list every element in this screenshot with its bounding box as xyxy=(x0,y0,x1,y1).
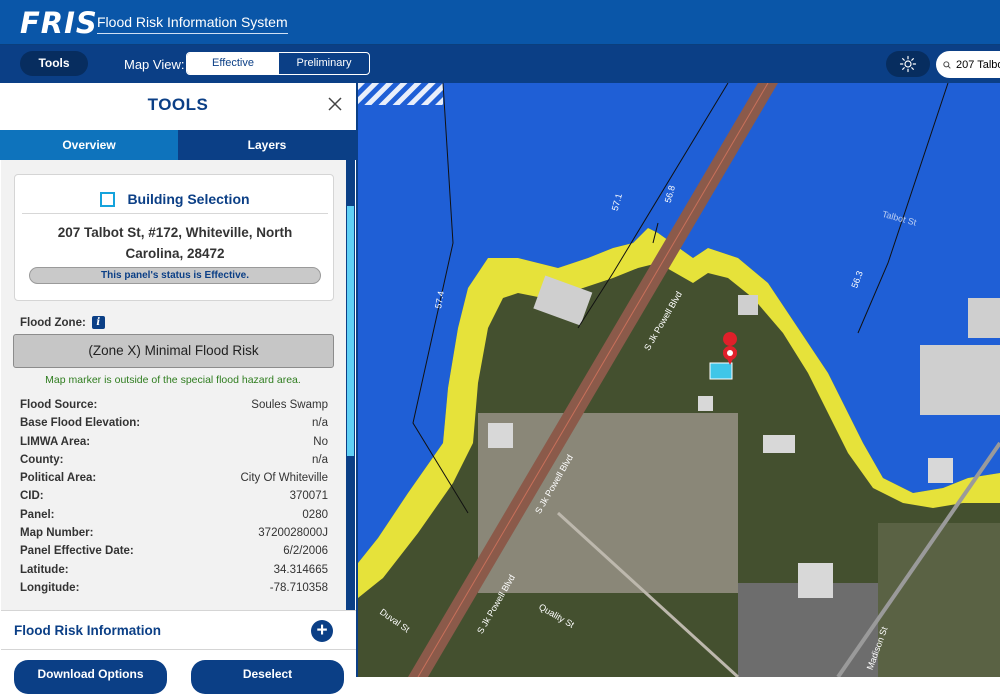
map-view-toggle: Effective Preliminary xyxy=(186,52,370,75)
detail-label: Longitude: xyxy=(20,581,80,594)
fris-logo[interactable]: FRIS xyxy=(20,6,98,40)
preliminary-toggle[interactable]: Preliminary xyxy=(279,53,369,74)
top-bar: FRIS Flood Risk Information System xyxy=(0,0,1000,45)
search-box[interactable] xyxy=(936,51,1000,78)
detail-value: 6/2/2006 xyxy=(283,545,328,558)
detail-label: Panel: xyxy=(20,508,55,521)
detail-label: Political Area: xyxy=(20,472,97,485)
detail-value: 3720028000J xyxy=(258,527,328,540)
status-badge: This panel's status is Effective. xyxy=(29,267,321,284)
detail-row: Longitude: -78.710358 xyxy=(20,582,328,600)
detail-value: No xyxy=(313,435,328,448)
detail-row: Panel: 0280 xyxy=(20,509,328,527)
detail-value: -78.710358 xyxy=(269,581,328,594)
flood-zone-value: (Zone X) Minimal Flood Risk xyxy=(13,334,334,368)
detail-value: 370071 xyxy=(289,490,328,503)
detail-row: County: n/a xyxy=(20,454,328,472)
effective-toggle[interactable]: Effective xyxy=(187,53,279,74)
gear-icon xyxy=(899,55,917,73)
detail-label: LIMWA Area: xyxy=(20,435,91,448)
flood-details-list: Flood Source: Soules Swamp Base Flood Ele… xyxy=(20,399,328,600)
detail-value: Soules Swamp xyxy=(251,399,328,411)
detail-label: Map Number: xyxy=(20,527,94,540)
zone-note: Map marker is outside of the special flo… xyxy=(45,374,301,386)
search-input[interactable] xyxy=(956,58,1000,71)
detail-row: Panel Effective Date: 6/2/2006 xyxy=(20,545,328,563)
tab-overview[interactable]: Overview xyxy=(0,130,178,160)
detail-label: Panel Effective Date: xyxy=(20,545,134,558)
panel-scrollbar[interactable] xyxy=(346,160,355,610)
tab-layers[interactable]: Layers xyxy=(178,130,356,160)
settings-button[interactable] xyxy=(886,51,930,77)
building-selection-row: Building Selection xyxy=(15,189,335,209)
toolbar: Tools Map View: Effective Preliminary xyxy=(0,45,1000,83)
tools-button[interactable]: Tools xyxy=(20,51,88,76)
detail-label: Latitude: xyxy=(20,563,69,576)
deselect-button[interactable]: Deselect xyxy=(191,660,344,694)
selected-address: 207 Talbot St, #172, Whiteville, North C… xyxy=(57,225,293,261)
detail-value: n/a xyxy=(312,453,328,466)
detail-row: Map Number: 3720028000J xyxy=(20,527,328,545)
panel-title: TOOLS xyxy=(147,95,209,114)
flood-zone-heading: Flood Zone: i xyxy=(20,316,105,329)
detail-label: Base Flood Elevation: xyxy=(20,417,141,430)
detail-value: n/a xyxy=(312,417,328,430)
detail-row: Latitude: 34.314665 xyxy=(20,564,328,582)
accordion-label: Flood Risk Information xyxy=(14,623,161,638)
map-canvas[interactable]: 57.1 56.8 57.4 56.3 S Jk Powell Blvd S J… xyxy=(358,83,1000,677)
detail-label: CID: xyxy=(20,490,44,503)
expand-plus-icon[interactable]: + xyxy=(311,620,333,642)
detail-row: CID: 370071 xyxy=(20,490,328,508)
close-icon[interactable] xyxy=(327,96,343,112)
map-view-label: Map View: xyxy=(124,57,185,72)
detail-label: County: xyxy=(20,453,64,466)
app-title: Flood Risk Information System xyxy=(97,14,288,34)
detail-row: Flood Source: Soules Swamp xyxy=(20,399,328,417)
search-icon xyxy=(943,60,951,69)
detail-row: Political Area: City Of Whiteville xyxy=(20,472,328,490)
detail-row: Base Flood Elevation: n/a xyxy=(20,417,328,435)
detail-value: City Of Whiteville xyxy=(240,472,328,485)
building-selection-label: Building Selection xyxy=(127,191,250,207)
divider xyxy=(22,213,328,214)
info-icon[interactable]: i xyxy=(91,316,105,329)
detail-row: LIMWA Area: No xyxy=(20,436,328,454)
scrollbar-thumb[interactable] xyxy=(347,206,354,456)
detail-label: Flood Source: xyxy=(20,399,98,411)
flood-zone-label: Flood Zone: xyxy=(20,316,86,329)
detail-value: 0280 xyxy=(302,508,328,521)
panel-tabs: Overview Layers xyxy=(0,130,356,160)
detail-value: 34.314665 xyxy=(273,563,328,576)
flood-risk-information-accordion[interactable]: Flood Risk Information + xyxy=(1,610,356,650)
building-selection-checkbox[interactable] xyxy=(100,191,116,207)
building-selection-card: Building Selection 207 Talbot St, #172, … xyxy=(14,174,334,301)
download-options-button[interactable]: Download Options xyxy=(14,660,167,694)
tools-panel: TOOLS Overview Layers Building Selection… xyxy=(0,83,358,694)
